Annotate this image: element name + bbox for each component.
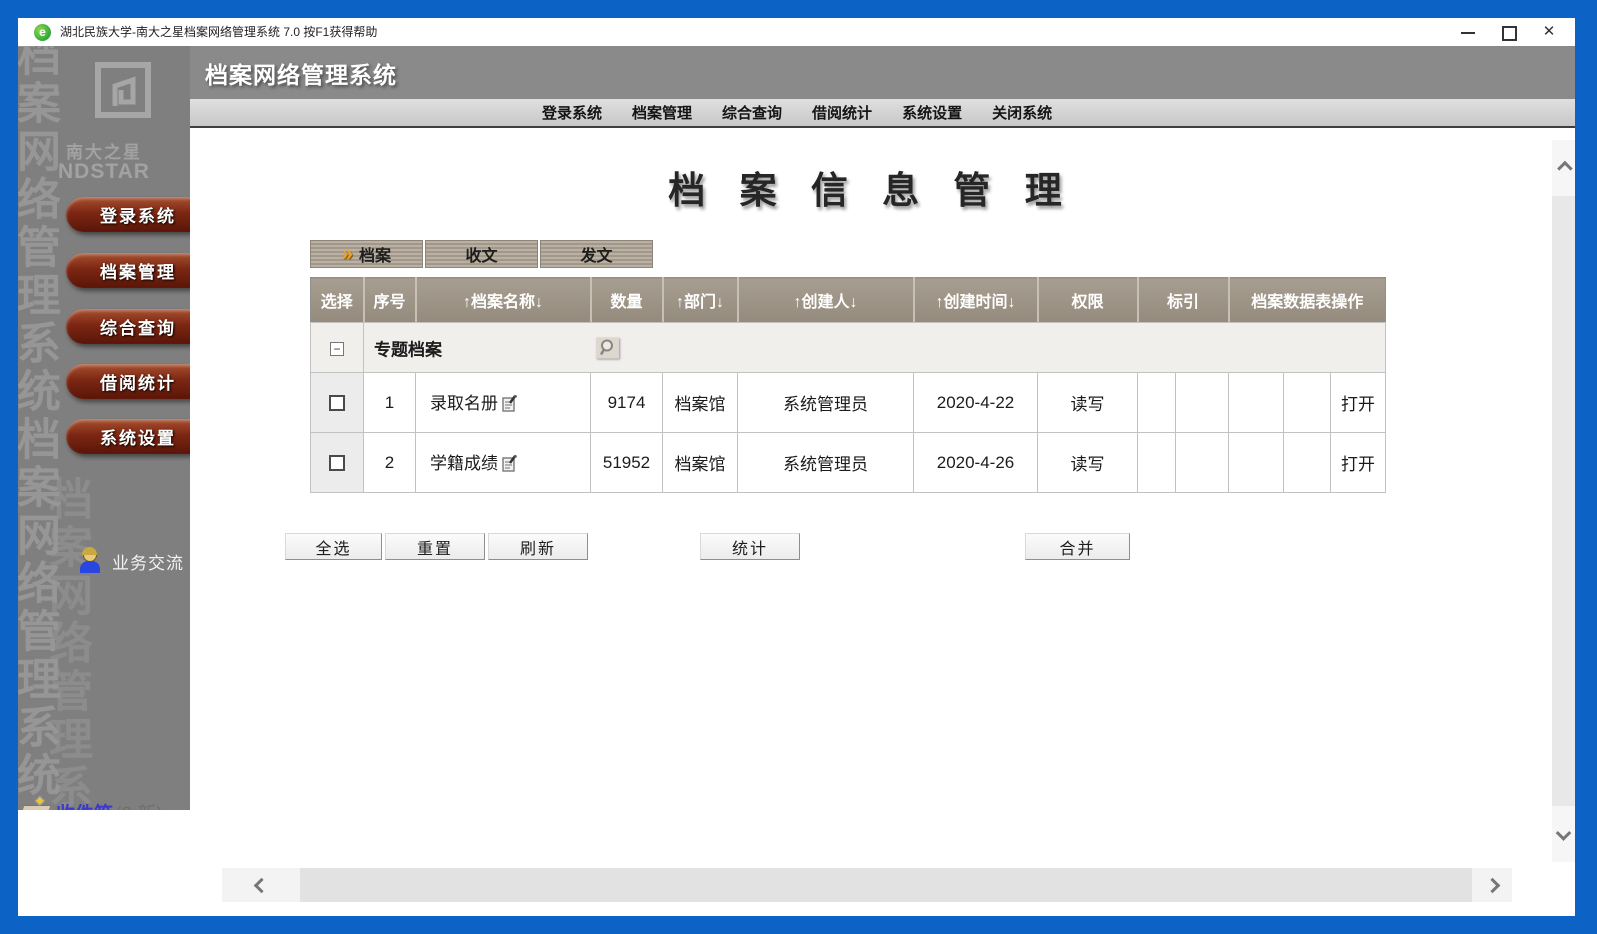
archive-name[interactable]: 学籍成绩	[430, 454, 498, 473]
close-icon[interactable]: ✕	[1541, 25, 1557, 39]
col-tag: 标引	[1138, 278, 1229, 323]
vertical-scrollbar[interactable]	[1552, 140, 1575, 862]
open-link[interactable]: 打开	[1331, 433, 1386, 493]
archive-creator: 系统管理员	[738, 373, 914, 433]
menu-item-exit[interactable]: 关闭系统	[992, 102, 1052, 123]
tab-bar: » 档案 收文 发文	[310, 240, 653, 268]
logo-text-en: NDSTAR	[44, 160, 164, 184]
reset-button[interactable]: 重置	[385, 533, 485, 560]
tab-sent-docs[interactable]: 发文	[540, 240, 653, 268]
person-icon	[80, 548, 100, 574]
sidebar-item-archive[interactable]: 档案管理	[66, 253, 210, 288]
table-header-row: 选择 序号 ↑档案名称↓ 数量 ↑部门↓ ↑创建人↓ ↑创建时间↓ 权限 标引 …	[311, 278, 1386, 323]
sidebar-item-inbox[interactable]: ✦ 收件箱 (0 新)	[20, 794, 163, 810]
tab-received-docs[interactable]: 收文	[425, 240, 538, 268]
table-row: 2 学籍成绩 51952 档案馆 系统管理员 2020-4-26 读写 打开	[311, 433, 1386, 493]
menu-item-archive[interactable]: 档案管理	[632, 102, 692, 123]
browser-icon: e	[34, 24, 51, 41]
select-all-button[interactable]: 全选	[285, 533, 382, 560]
main-content: 档 案 信 息 管 理 » 档案 收文 发文 选择 序号 ↑档案名称↓	[190, 128, 1552, 868]
archive-perm: 读写	[1038, 433, 1138, 493]
maximize-icon[interactable]	[1501, 25, 1515, 39]
ndstar-logo-icon	[95, 62, 151, 120]
archive-perm: 读写	[1038, 373, 1138, 433]
merge-button[interactable]: 合并	[1025, 533, 1130, 560]
menu-item-query[interactable]: 综合查询	[722, 102, 782, 123]
archive-count: 9174	[591, 373, 663, 433]
scroll-up-icon[interactable]	[1552, 140, 1575, 196]
group-label: 专题档案	[374, 335, 442, 360]
archive-table: 选择 序号 ↑档案名称↓ 数量 ↑部门↓ ↑创建人↓ ↑创建时间↓ 权限 标引 …	[310, 277, 1386, 493]
scroll-left-icon[interactable]	[222, 868, 300, 902]
minimize-icon[interactable]	[1461, 25, 1475, 39]
title-bar: e 湖北民族大学-南大之星档案网络管理系统 7.0 按F1获得帮助 ✕	[18, 18, 1575, 46]
col-dept[interactable]: ↑部门↓	[663, 278, 738, 323]
group-row: − 专题档案	[311, 323, 1386, 373]
sidebar-item-login[interactable]: 登录系统	[66, 197, 210, 232]
scroll-down-icon[interactable]	[1552, 806, 1575, 862]
collapse-icon[interactable]: −	[330, 342, 344, 356]
menu-item-stats[interactable]: 借阅统计	[812, 102, 872, 123]
row-index: 2	[364, 433, 416, 493]
sparkle-icon: ✦	[34, 793, 46, 810]
sidebar-item-settings[interactable]: 系统设置	[66, 419, 210, 454]
archive-count: 51952	[591, 433, 663, 493]
row-index: 1	[364, 373, 416, 433]
menu-item-login[interactable]: 登录系统	[542, 102, 602, 123]
search-icon[interactable]	[596, 337, 619, 358]
table-row: 1 录取名册 9174 档案馆 系统管理员 2020-4-22 读写 打开	[311, 373, 1386, 433]
header-bar: 档案网络管理系统	[190, 46, 1575, 99]
col-name[interactable]: ↑档案名称↓	[416, 278, 591, 323]
inbox-icon: ✦	[20, 797, 56, 810]
archive-creator: 系统管理员	[738, 433, 914, 493]
tab-archive[interactable]: » 档案	[310, 240, 423, 268]
archive-created: 2020-4-26	[914, 433, 1038, 493]
archive-dept: 档案馆	[663, 373, 738, 433]
menu-bar: 登录系统 档案管理 综合查询 借阅统计 系统设置 关闭系统	[190, 99, 1575, 128]
stats-button[interactable]: 统计	[700, 533, 800, 560]
archive-name[interactable]: 录取名册	[430, 394, 498, 413]
refresh-button[interactable]: 刷新	[488, 533, 588, 560]
page-title: 档 案 信 息 管 理	[190, 160, 1552, 214]
desktop-background: { "window": { "title": "湖北民族大学-南大之星档案网络管…	[0, 0, 1597, 934]
col-created[interactable]: ↑创建时间↓	[914, 278, 1038, 323]
edit-note-icon[interactable]	[502, 455, 517, 477]
sidebar-item-business-exchange[interactable]: 业务交流	[80, 546, 184, 576]
window-title: 湖北民族大学-南大之星档案网络管理系统 7.0 按F1获得帮助	[60, 18, 377, 46]
horizontal-scrollbar[interactable]	[222, 868, 1512, 902]
sidebar-watermark: 档案网络管理系统	[34, 476, 98, 810]
col-creator[interactable]: ↑创建人↓	[738, 278, 914, 323]
col-select: 选择	[311, 278, 364, 323]
edit-note-icon[interactable]	[502, 395, 517, 417]
sidebar-item-query[interactable]: 综合查询	[66, 309, 210, 344]
row-checkbox[interactable]	[329, 395, 345, 411]
open-link[interactable]: 打开	[1331, 373, 1386, 433]
active-tab-arrow-icon: »	[342, 244, 353, 264]
app-title: 档案网络管理系统	[205, 56, 397, 90]
menu-item-settings[interactable]: 系统设置	[902, 102, 962, 123]
col-index: 序号	[364, 278, 416, 323]
archive-created: 2020-4-22	[914, 373, 1038, 433]
col-count: 数量	[591, 278, 663, 323]
row-checkbox[interactable]	[329, 455, 345, 471]
col-action: 档案数据表操作	[1229, 278, 1386, 323]
sidebar-item-stats[interactable]: 借阅统计	[66, 364, 210, 399]
scroll-right-icon[interactable]	[1472, 868, 1512, 902]
col-perm: 权限	[1038, 278, 1138, 323]
archive-dept: 档案馆	[663, 433, 738, 493]
app-window: e 湖北民族大学-南大之星档案网络管理系统 7.0 按F1获得帮助 ✕ 档案网络…	[18, 18, 1575, 916]
